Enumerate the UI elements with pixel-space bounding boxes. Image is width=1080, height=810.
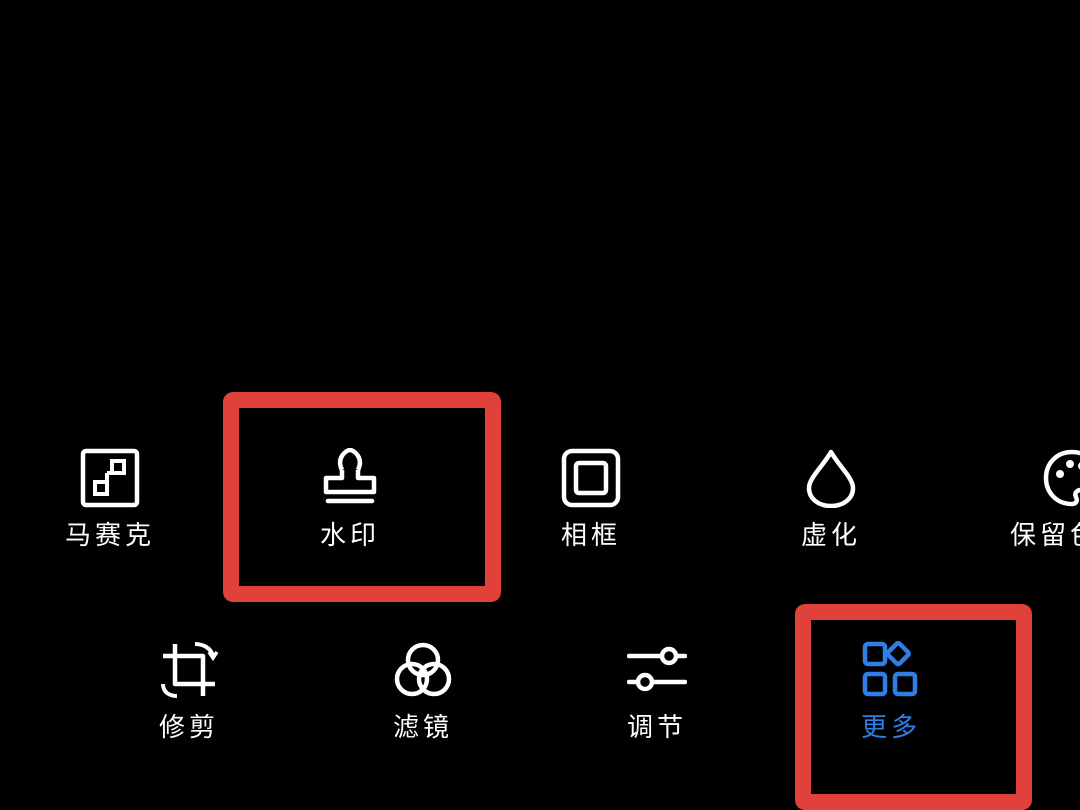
filter-icon xyxy=(394,642,452,697)
tool-blur[interactable]: 虚化 xyxy=(761,448,901,558)
tool-color-retention[interactable]: 保留色 xyxy=(1010,448,1080,558)
highlight-box-watermark xyxy=(223,392,501,602)
mosaic-icon xyxy=(80,448,140,508)
tool-crop[interactable]: 修剪 xyxy=(119,640,259,750)
tool-frame[interactable]: 相框 xyxy=(521,448,661,558)
photo-editor-toolbar: 马赛克 水印 相框 虚化 保留色 xyxy=(0,0,1080,810)
highlight-box-more xyxy=(795,604,1032,810)
crop-icon xyxy=(161,642,219,698)
tool-adjust[interactable]: 调节 xyxy=(587,640,727,750)
tool-mosaic[interactable]: 马赛克 xyxy=(40,448,180,558)
tool-label: 滤镜 xyxy=(392,713,453,743)
tool-label: 虚化 xyxy=(800,521,861,551)
tool-filter[interactable]: 滤镜 xyxy=(353,640,493,750)
tool-label: 保留色 xyxy=(1010,521,1080,551)
frame-icon xyxy=(561,448,621,508)
tool-label: 调节 xyxy=(626,713,687,743)
tool-label: 相框 xyxy=(560,521,621,551)
tool-label: 修剪 xyxy=(158,713,219,743)
sliders-icon xyxy=(627,646,687,692)
palette-icon xyxy=(1043,449,1080,507)
tool-label: 马赛克 xyxy=(64,521,155,551)
droplet-icon xyxy=(806,449,856,508)
